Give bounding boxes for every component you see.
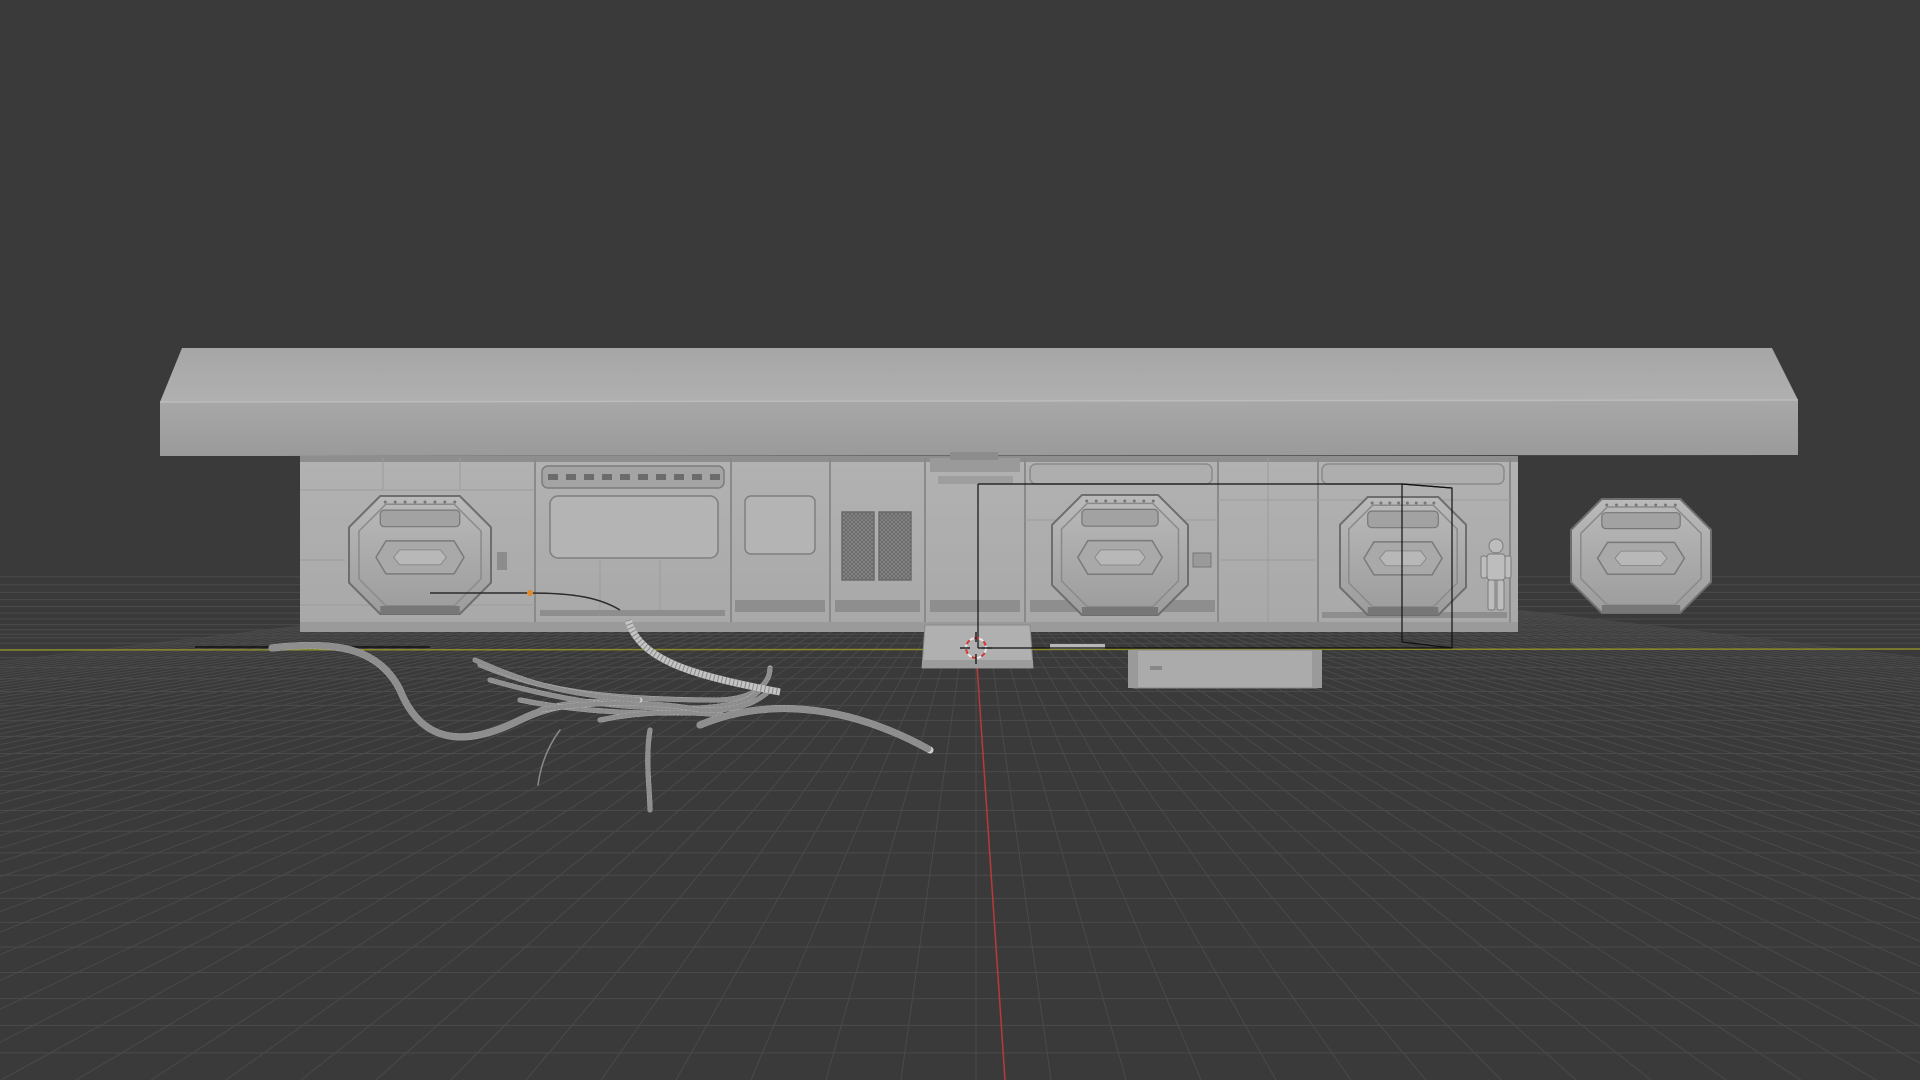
grid-line xyxy=(0,609,671,751)
wall-control-box[interactable] xyxy=(1192,552,1212,568)
grid-line xyxy=(0,609,680,758)
grid-line xyxy=(825,609,959,1080)
grid-line xyxy=(0,609,752,825)
grid-line xyxy=(375,609,905,1080)
light-strip-panel-right[interactable] xyxy=(1321,463,1505,485)
light-strip-panel-left[interactable] xyxy=(541,465,725,559)
grid-line xyxy=(0,609,491,676)
standalone-octagonal-panel[interactable] xyxy=(1570,498,1712,614)
window-panel-small[interactable] xyxy=(744,495,816,555)
wall-switch[interactable] xyxy=(497,552,507,570)
grid-line xyxy=(1398,609,1920,690)
grid-line xyxy=(993,609,1127,1080)
grid-line xyxy=(1488,609,1920,665)
y-axis-line xyxy=(975,649,1006,1080)
grid-line xyxy=(0,609,500,678)
grid-line xyxy=(750,609,950,1080)
grid-line xyxy=(75,609,869,1080)
light-strip-panel-center[interactable] xyxy=(1029,463,1213,485)
cable-ribbing xyxy=(645,727,653,813)
viewport-canvas[interactable] xyxy=(0,0,1920,1080)
grid-line xyxy=(900,609,968,1080)
octagonal-wall-panel-left[interactable] xyxy=(348,495,492,615)
grid-line xyxy=(1362,609,1920,703)
grid-line xyxy=(225,609,887,1080)
octagonal-wall-panel-center[interactable] xyxy=(1051,494,1189,616)
grid-line xyxy=(0,609,509,681)
grid-line xyxy=(1326,609,1920,719)
grid-line xyxy=(1335,609,1920,715)
grid-line xyxy=(0,609,545,692)
roof-slab[interactable] xyxy=(159,348,1799,456)
grid-line xyxy=(984,609,1052,1080)
grid-line xyxy=(1371,609,1920,700)
cable-ribbing xyxy=(696,705,934,754)
grid-line xyxy=(0,609,761,837)
thin-cable[interactable] xyxy=(537,729,561,786)
grid-line xyxy=(0,609,644,735)
grid-line xyxy=(1479,609,1920,667)
grid-line xyxy=(0,609,653,740)
grid-line xyxy=(0,609,806,913)
grid-line xyxy=(1380,609,1920,696)
3d-viewport[interactable] xyxy=(0,0,1920,1080)
grid-line xyxy=(0,609,662,745)
floor-pipe[interactable] xyxy=(1128,649,1322,689)
grid-line xyxy=(0,609,563,698)
grid-line xyxy=(0,609,734,804)
octagonal-wall-panel-right[interactable] xyxy=(1339,496,1467,616)
